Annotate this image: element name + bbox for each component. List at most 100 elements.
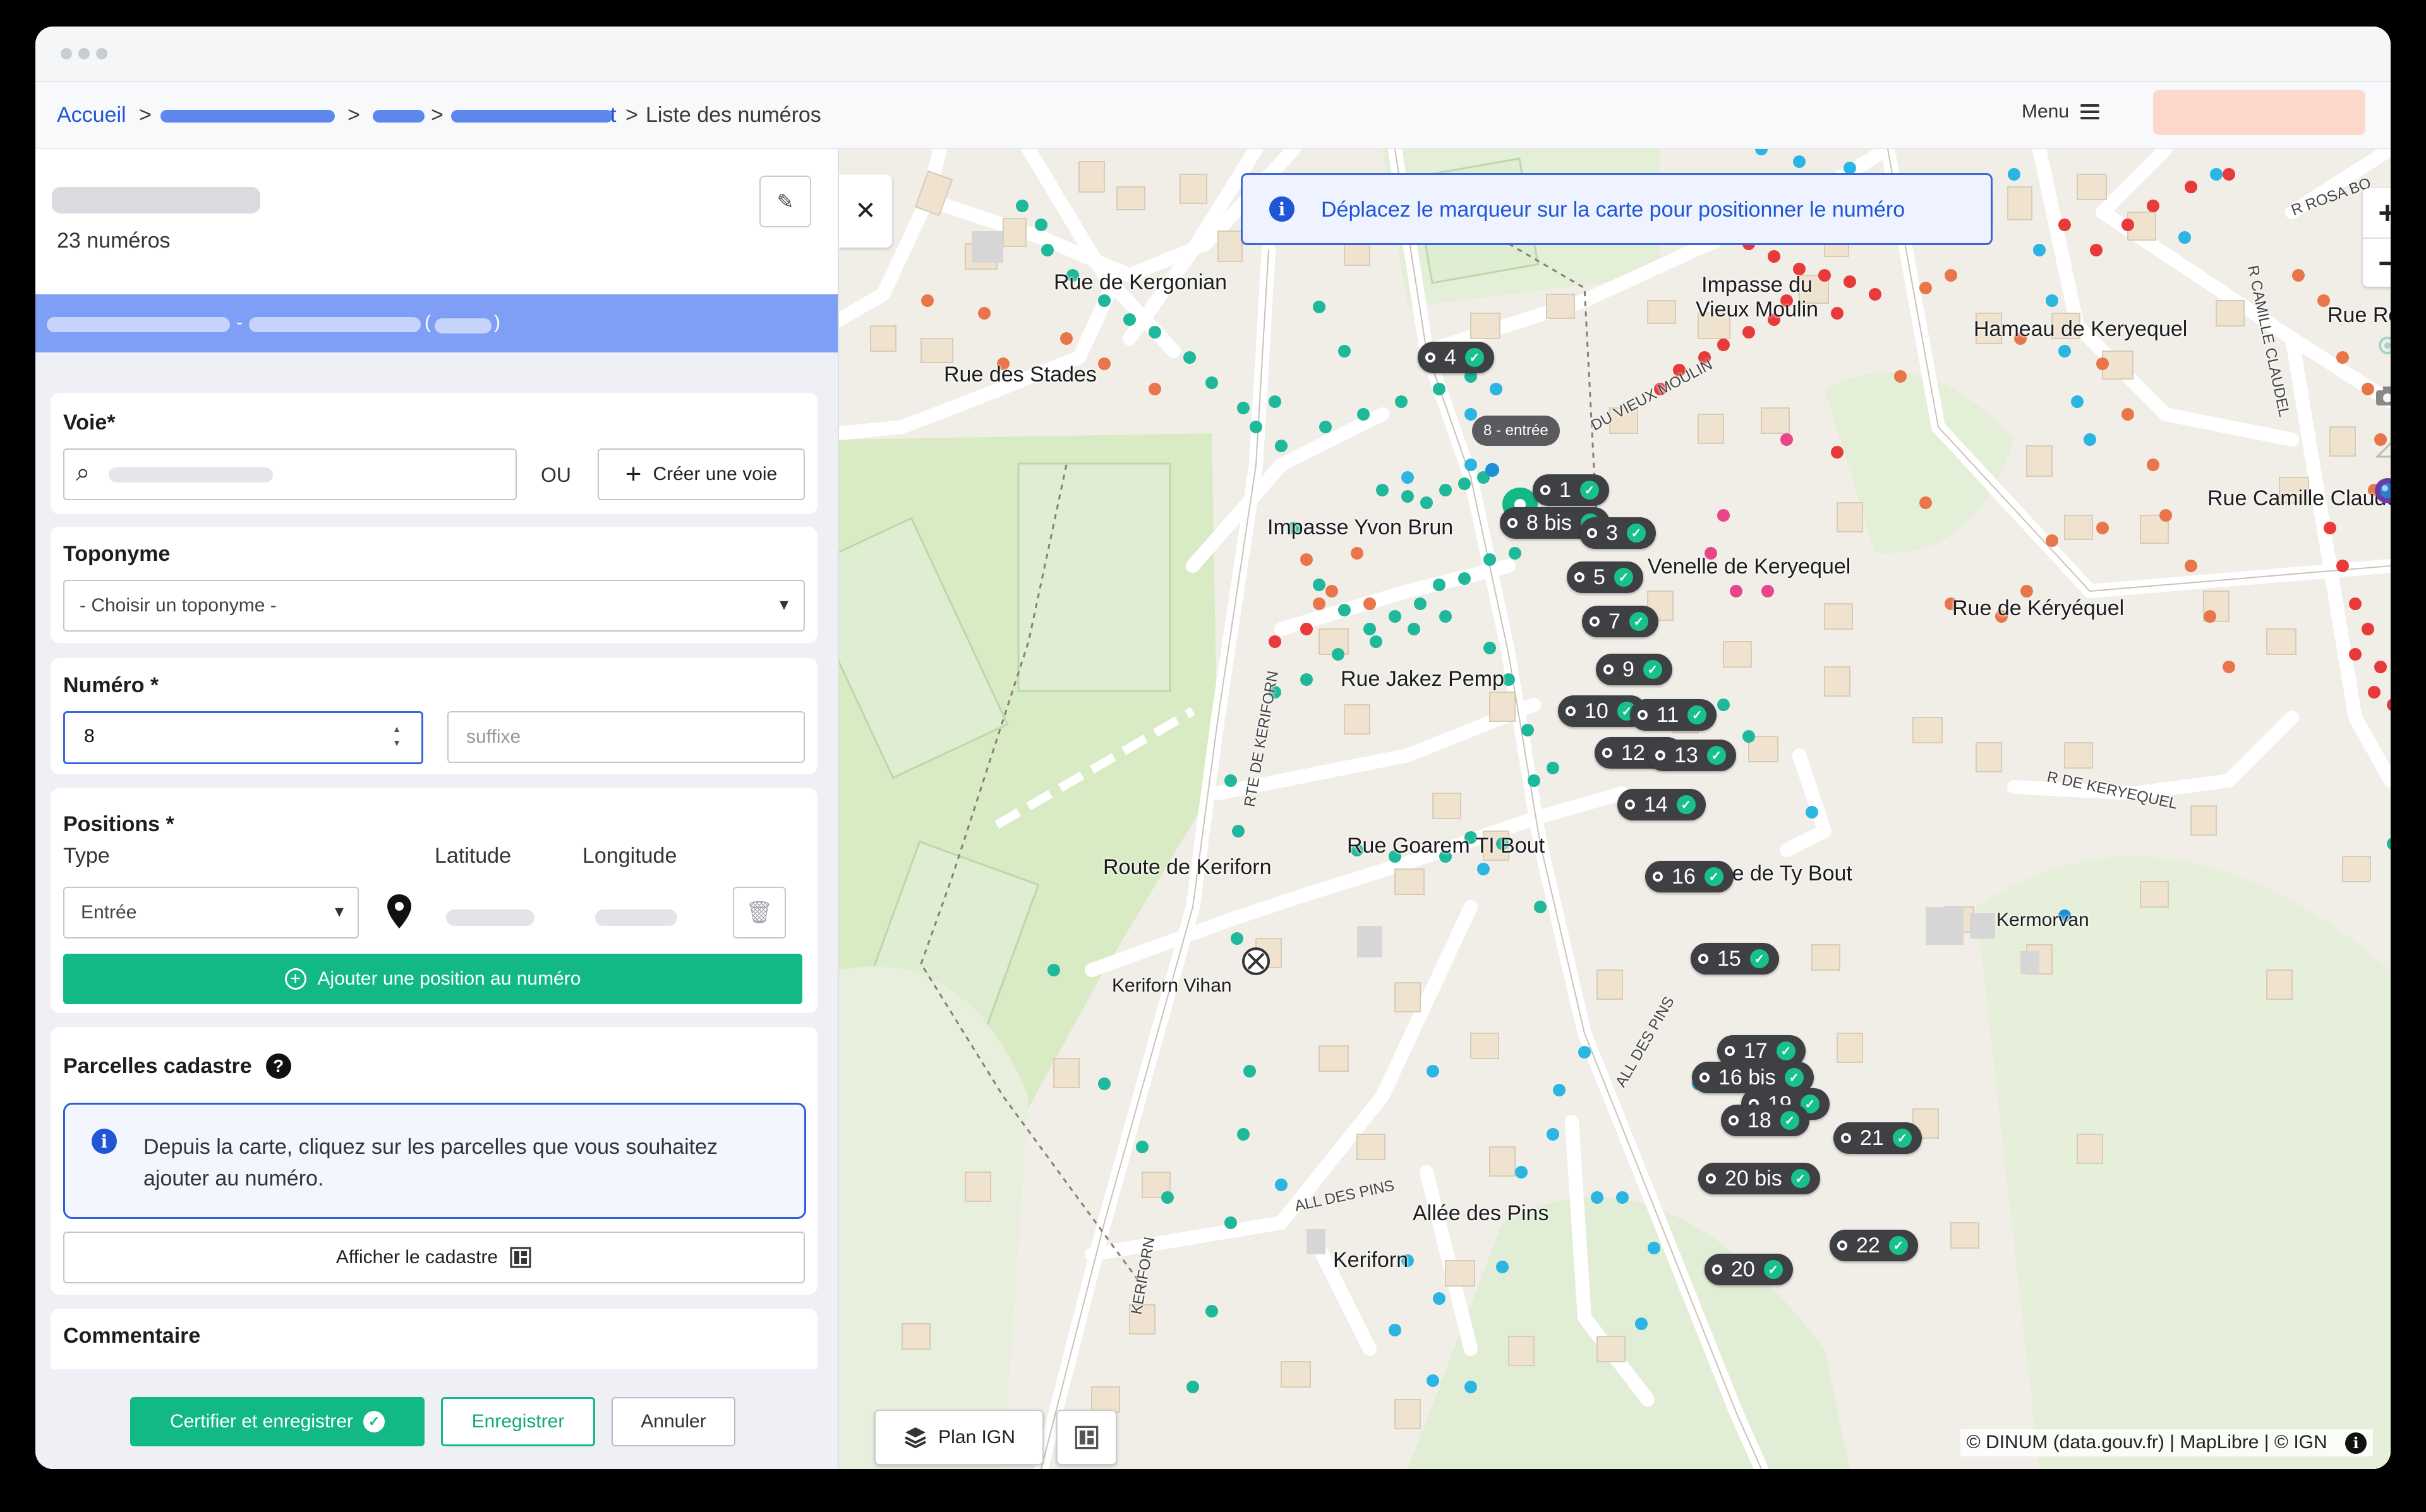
map-label: Rue des Stades	[944, 363, 1097, 387]
numero-input[interactable]: 8 ▲ ▼	[63, 711, 423, 764]
info-icon[interactable]: i	[2345, 1432, 2367, 1454]
positions-title: Positions *	[63, 812, 174, 836]
numero-title: Numéro *	[63, 673, 159, 697]
chevron-down-icon: ▾	[334, 901, 344, 921]
toponyme-select[interactable]: - Choisir un toponyme - ▾	[63, 580, 805, 632]
breadcrumb-redacted[interactable]	[373, 110, 425, 123]
sidebar-form: 23 numéros ✎ - ( ) Voie* ⌕ OU + Créer un…	[35, 149, 839, 1469]
breadcrumb-separator: >	[431, 103, 444, 127]
close-panel-button[interactable]: ✕	[839, 174, 892, 248]
address-marker[interactable]: 18 ✓	[1721, 1105, 1809, 1136]
commentaire-title: Commentaire	[63, 1324, 201, 1348]
position-ring-icon	[1653, 872, 1663, 882]
address-marker[interactable]: 9 ✓	[1596, 654, 1672, 685]
parcelles-title-row: Parcelles cadastre ?	[63, 1053, 291, 1079]
address-marker[interactable]: 5 ✓	[1567, 561, 1643, 593]
add-position-button[interactable]: + Ajouter une position au numéro	[63, 954, 802, 1004]
window-dot	[61, 48, 72, 59]
save-button[interactable]: Enregistrer	[441, 1397, 595, 1446]
trash-icon: 🗑	[745, 901, 773, 925]
cancel-button[interactable]: Annuler	[612, 1397, 735, 1446]
map-label: Venelle de Keryequel	[1648, 555, 1851, 579]
zoom-in-button[interactable]: +	[2363, 188, 2391, 237]
map-label: Hameau de Keryequel	[1974, 317, 2188, 341]
map-label: Rue Goarem TI Bout	[1347, 834, 1545, 858]
help-icon[interactable]: ?	[265, 1053, 291, 1079]
edit-button[interactable]: ✎	[759, 176, 811, 227]
create-voie-button[interactable]: + Créer une voie	[598, 448, 805, 500]
certified-check-icon: ✓	[1704, 867, 1723, 886]
globe-icon[interactable]	[2369, 472, 2391, 509]
map-instruction-banner: i Déplacez le marqueur sur la carte pour…	[1241, 173, 1993, 245]
map-pin-icon[interactable]	[385, 893, 413, 930]
show-cadastre-button[interactable]: Afficher le cadastre	[63, 1232, 805, 1283]
wood-area	[1408, 1197, 1850, 1469]
address-marker[interactable]: 14 ✓	[1617, 789, 1706, 820]
address-marker[interactable]: 20 bis ✓	[1698, 1163, 1820, 1194]
suffix-input[interactable]: suffixe	[447, 711, 805, 763]
locate-icon[interactable]	[2369, 327, 2391, 364]
map-canvas[interactable]: Rue de Kergonian Rue des Stades Impasse …	[839, 149, 2391, 1469]
address-marker[interactable]: 21 ✓	[1833, 1122, 1922, 1154]
chevron-up-icon[interactable]: ▲	[392, 722, 401, 736]
window-titlebar	[35, 27, 2391, 82]
address-marker[interactable]: 3 ✓	[1579, 517, 1656, 549]
marker-label: 21	[1860, 1125, 1884, 1150]
address-marker[interactable]: 11 ✓	[1630, 699, 1717, 731]
marker-label: 22	[1856, 1233, 1880, 1257]
check-circle-icon: ✓	[363, 1411, 385, 1432]
certify-save-button[interactable]: Certifier et enregistrer ✓	[130, 1397, 425, 1446]
menu-button[interactable]: Menu	[2022, 101, 2100, 123]
address-marker[interactable]: 7 ✓	[1582, 606, 1658, 637]
chevron-down-icon[interactable]: ▼	[392, 736, 401, 750]
layers-icon	[905, 1427, 927, 1449]
plan-ign-button[interactable]: Plan IGN	[874, 1410, 1044, 1465]
breadcrumb-redacted[interactable]	[160, 110, 335, 123]
address-marker[interactable]: 15 ✓	[1691, 943, 1779, 975]
position-ring-icon	[1540, 485, 1550, 495]
position-ring-icon	[1507, 518, 1518, 528]
sports-field	[1017, 462, 1171, 692]
plus-circle-icon: +	[284, 968, 306, 990]
parcelles-title: Parcelles cadastre	[63, 1053, 252, 1078]
measure-icon[interactable]	[2369, 428, 2391, 465]
map-label: Allée des Pins	[1413, 1201, 1549, 1225]
info-icon: i	[1269, 196, 1294, 222]
certified-check-icon: ✓	[1643, 660, 1662, 679]
map-label: Rue Rosa	[2327, 303, 2391, 327]
attribution-text[interactable]: © DINUM (data.gouv.fr) | MapLibre | © IG…	[1967, 1432, 2327, 1453]
marker-label: 15	[1717, 946, 1741, 971]
camera-icon[interactable]	[2369, 378, 2391, 414]
app-window: Accueil > > > t > Liste des numéros Menu…	[35, 27, 2391, 1469]
address-marker[interactable]: 4 ✓	[1418, 342, 1494, 373]
marker-label: 20 bis	[1725, 1166, 1782, 1191]
position-ring-icon	[1425, 352, 1435, 363]
address-marker[interactable]: 13 ✓	[1648, 740, 1736, 771]
toponyme-section: Toponyme - Choisir un toponyme - ▾	[51, 527, 818, 643]
selected-item-band: - ( )	[35, 294, 838, 352]
address-marker[interactable]: 16 ✓	[1645, 861, 1734, 892]
save-label: Enregistrer	[471, 1411, 565, 1432]
cadastre-toggle-button[interactable]	[1056, 1410, 1117, 1465]
breadcrumb-redacted[interactable]	[451, 110, 613, 123]
position-ring-icon	[1729, 1115, 1739, 1125]
address-marker[interactable]: 22 ✓	[1830, 1230, 1918, 1261]
delete-position-button[interactable]: 🗑	[733, 887, 786, 939]
map-label: Rue de Kergonian	[1054, 270, 1228, 294]
breadcrumb-home[interactable]: Accueil	[57, 102, 126, 128]
voie-search-input[interactable]: ⌕	[63, 448, 517, 500]
position-type-select[interactable]: Entrée ▾	[63, 887, 359, 939]
zoom-out-button[interactable]: −	[2363, 237, 2391, 288]
certified-check-icon: ✓	[1749, 949, 1769, 968]
create-voie-label: Créer une voie	[653, 464, 778, 484]
breadcrumb-separator: >	[347, 103, 360, 127]
address-marker[interactable]: 20 ✓	[1705, 1254, 1793, 1285]
map-label: Route de Keriforn	[1103, 855, 1272, 879]
marker-label: 7	[1608, 609, 1620, 633]
address-marker[interactable]: 1 ✓	[1533, 474, 1609, 506]
breadcrumb-tail[interactable]: t	[610, 102, 616, 128]
numero-stepper[interactable]: ▲ ▼	[387, 722, 406, 751]
marker-label: 13	[1674, 743, 1698, 767]
pencil-icon: ✎	[776, 190, 794, 213]
account-button[interactable]	[2153, 90, 2365, 135]
